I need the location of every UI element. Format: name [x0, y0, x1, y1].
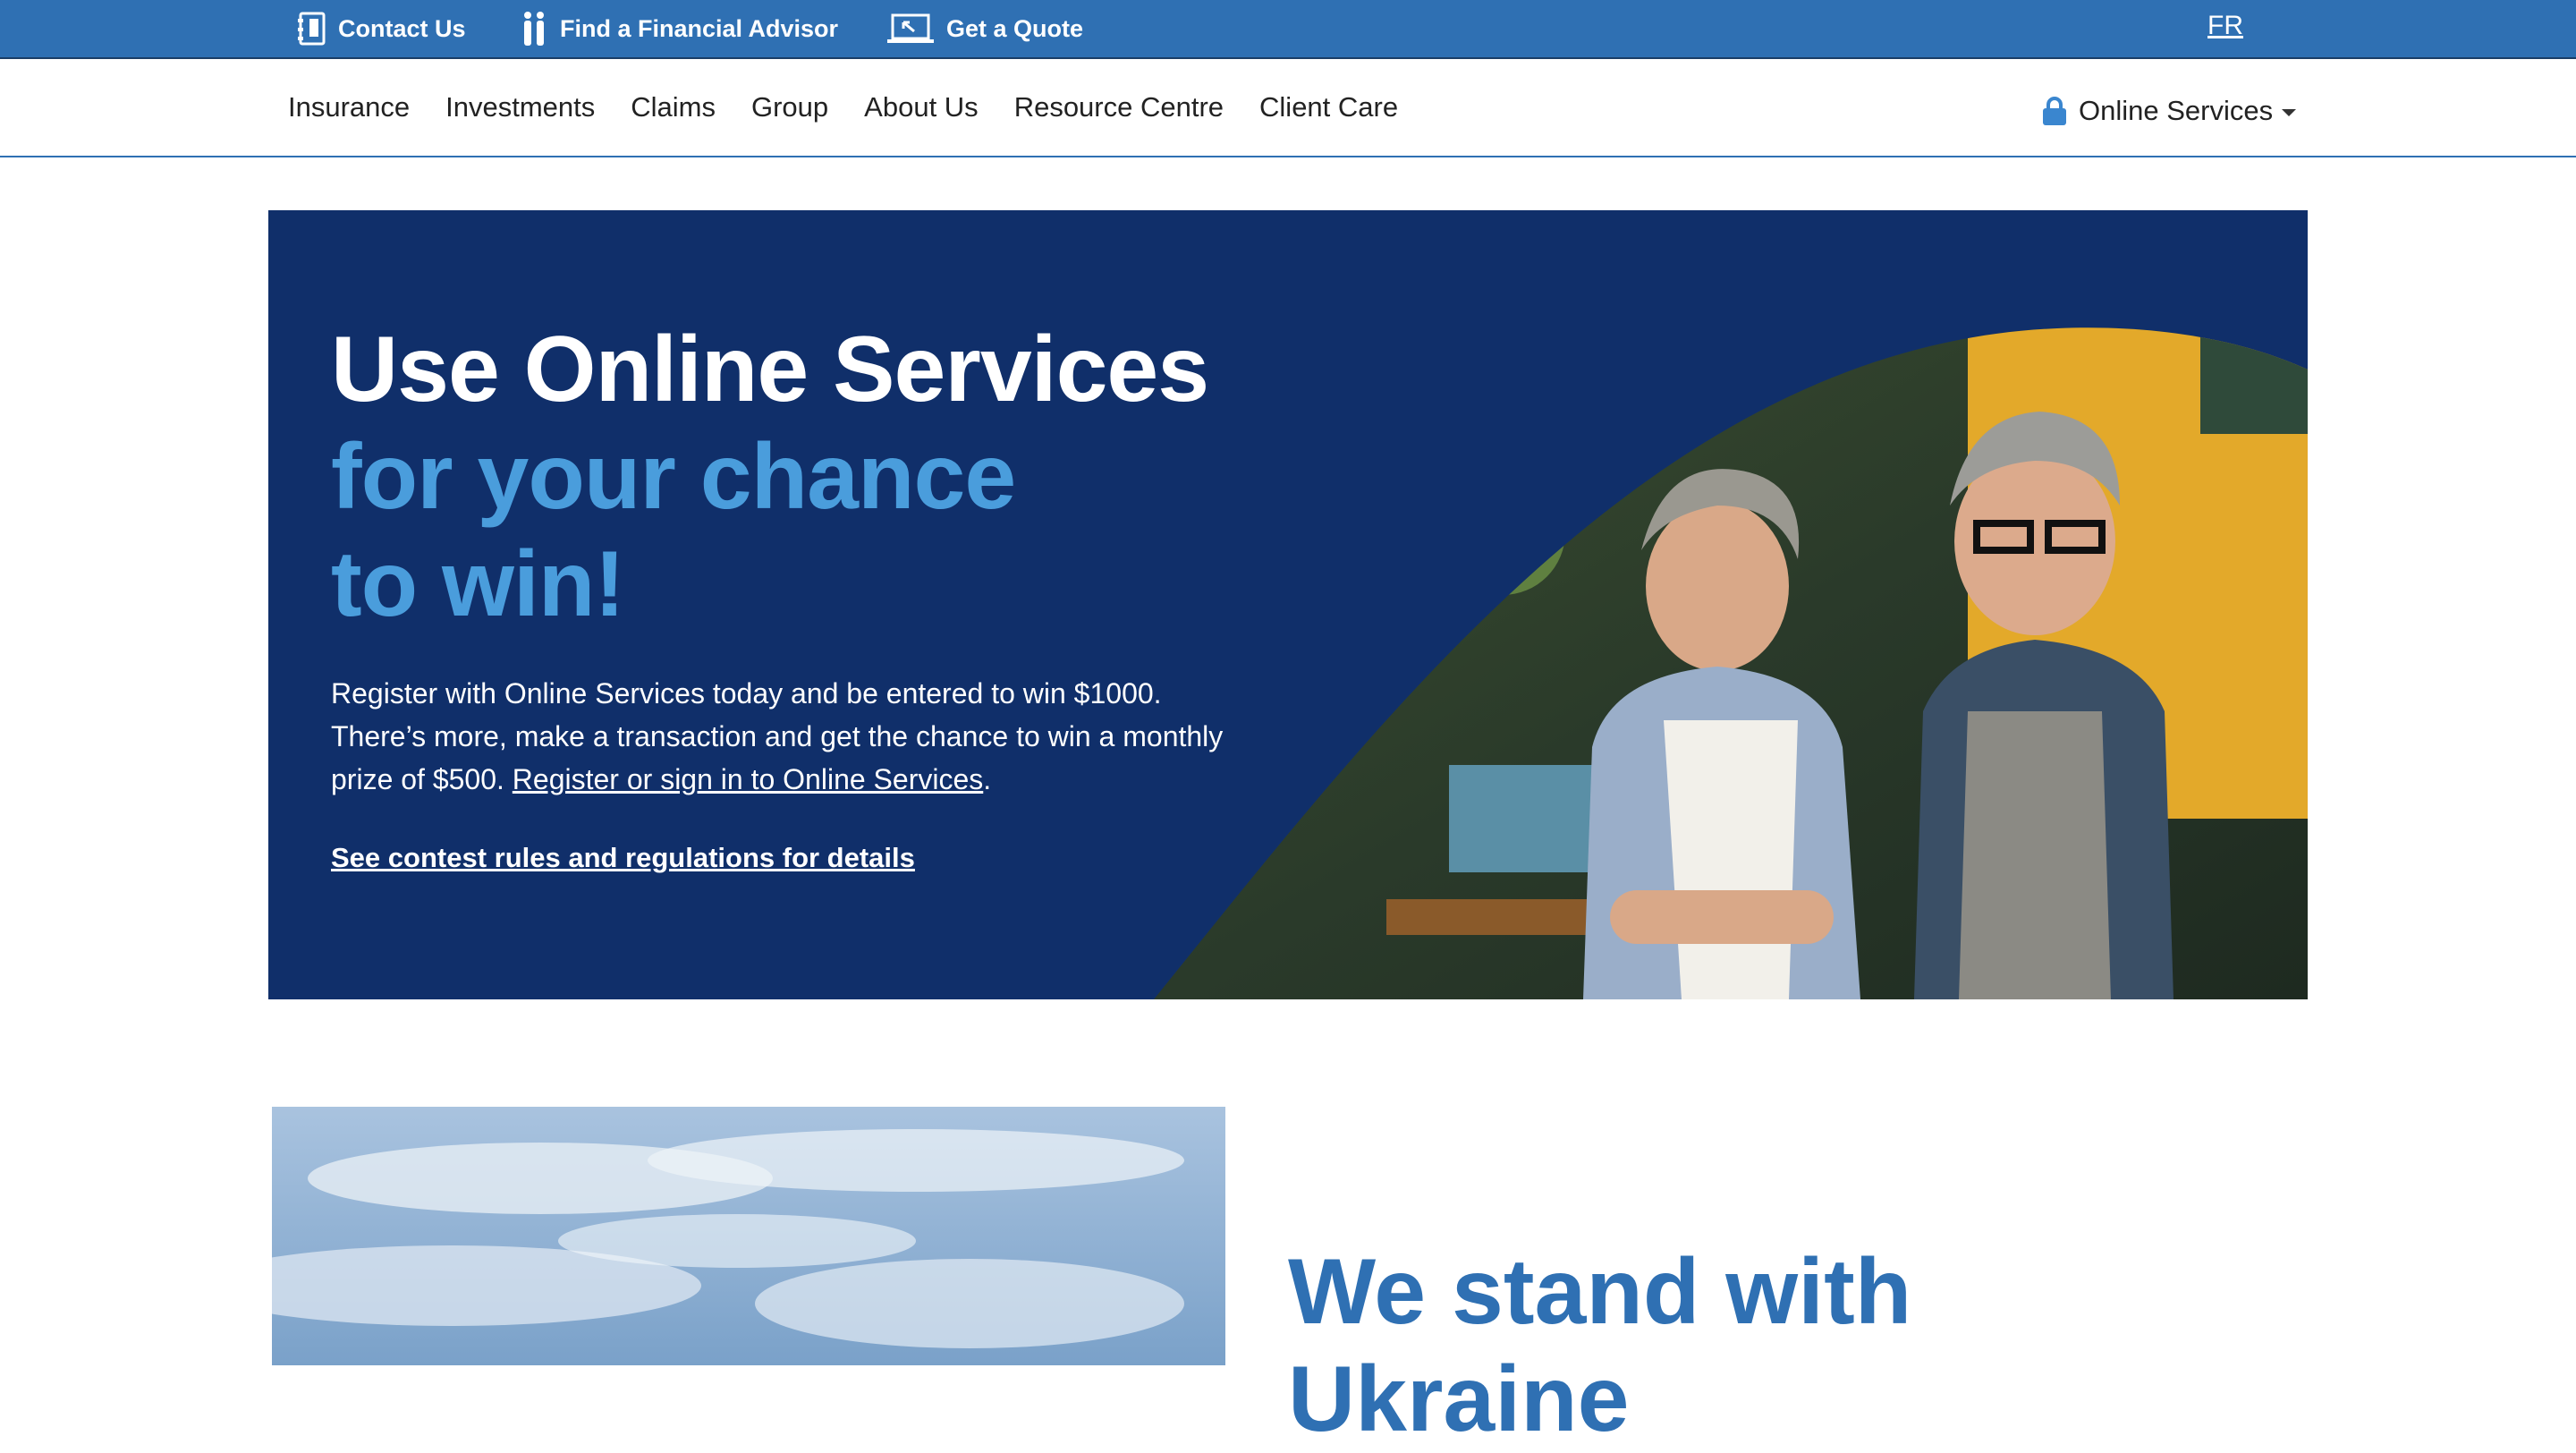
lock-icon	[2043, 97, 2066, 125]
hero-banner: Use Online Services for your chance to w…	[268, 210, 2308, 999]
laptop-icon	[887, 13, 934, 43]
online-services-label: Online Services	[2079, 95, 2274, 126]
hero-title-line-1: Use Online Services	[331, 318, 1209, 421]
contact-us-label: Contact Us	[338, 14, 466, 42]
hero-body-end: .	[983, 763, 992, 795]
get-quote-link[interactable]: Get a Quote	[886, 0, 1083, 57]
nav-item-resource-centre[interactable]: Resource Centre	[996, 91, 1241, 123]
advisor-people-icon	[524, 12, 544, 46]
chevron-down-icon	[2282, 109, 2297, 116]
utility-bar: Contact Us Find a Financial Advisor Get …	[0, 0, 2576, 59]
nav-item-client-care[interactable]: Client Care	[1241, 91, 1416, 123]
language-toggle[interactable]: FR	[2207, 11, 2243, 41]
nav-item-insurance[interactable]: Insurance	[288, 91, 428, 123]
nav-menu: Insurance Investments Claims Group About…	[288, 91, 1416, 123]
hero-title-line-2: for your chance	[331, 425, 1016, 529]
nav-item-investments[interactable]: Investments	[428, 91, 613, 123]
register-sign-in-link[interactable]: Register or sign in to Online Services	[513, 763, 983, 795]
find-advisor-link[interactable]: Find a Financial Advisor	[519, 0, 838, 57]
sky-image	[272, 1107, 1225, 1365]
hero-title-line-3: to win!	[331, 532, 625, 636]
nav-item-about-us[interactable]: About Us	[846, 91, 996, 123]
online-services-dropdown[interactable]: Online Services	[2041, 95, 2297, 127]
contest-rules-link[interactable]: See contest rules and regulations for de…	[331, 842, 915, 874]
ukraine-section-title: We stand with Ukraine	[1288, 1240, 1912, 1451]
nav-item-claims[interactable]: Claims	[613, 91, 733, 123]
main-navigation: Insurance Investments Claims Group About…	[0, 59, 2576, 157]
get-quote-label: Get a Quote	[946, 14, 1084, 42]
phone-book-icon	[298, 12, 326, 46]
hero-title: Use Online Services for your chance to w…	[331, 316, 1209, 638]
hero-description: Register with Online Services today and …	[331, 672, 1225, 801]
contact-us-link[interactable]: Contact Us	[297, 0, 466, 57]
find-advisor-label: Find a Financial Advisor	[560, 14, 839, 42]
nav-item-group[interactable]: Group	[733, 91, 846, 123]
